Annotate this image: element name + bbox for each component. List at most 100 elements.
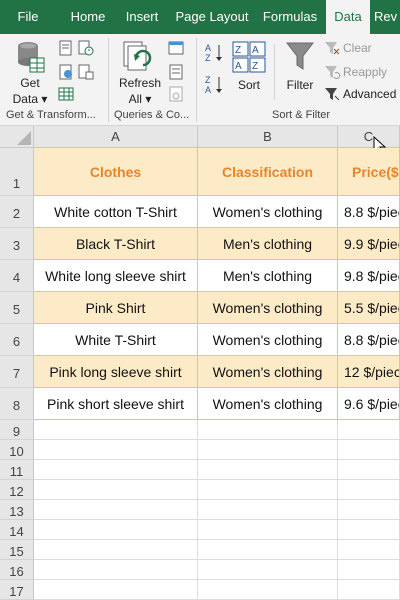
clear-filter-button[interactable]: Clear xyxy=(343,41,372,55)
header-cell-clothes[interactable]: Clothes xyxy=(34,148,198,196)
row-header[interactable]: 17 xyxy=(0,580,34,600)
cell-clothes[interactable]: Pink short sleeve shirt xyxy=(34,388,198,420)
refresh-label-2: All ▾ xyxy=(128,92,152,106)
empty-cell[interactable] xyxy=(198,540,338,560)
row-header[interactable]: 1 xyxy=(0,148,34,196)
empty-cell[interactable] xyxy=(338,520,400,540)
empty-cell[interactable] xyxy=(198,500,338,520)
empty-cell[interactable] xyxy=(338,540,400,560)
empty-cell[interactable] xyxy=(34,460,198,480)
empty-cell[interactable] xyxy=(338,580,400,600)
group-divider xyxy=(196,38,197,122)
header-cell-classification[interactable]: Classification xyxy=(198,148,338,196)
row-header[interactable]: 15 xyxy=(0,540,34,560)
cell-clothes[interactable]: Pink Shirt xyxy=(34,292,198,324)
recent-sources-icon[interactable] xyxy=(78,40,94,56)
from-web-icon[interactable] xyxy=(58,64,74,80)
tab-home[interactable]: Home xyxy=(60,0,116,34)
row-header[interactable]: 11 xyxy=(0,460,34,480)
cell-price[interactable]: 8.8 $/piec xyxy=(338,196,400,228)
empty-cell[interactable] xyxy=(198,420,338,440)
row-header[interactable]: 9 xyxy=(0,420,34,440)
cell-classification[interactable]: Women's clothing xyxy=(198,196,338,228)
tab-formulas[interactable]: Formulas xyxy=(256,0,324,34)
get-data-button[interactable]: Get Data ▾ xyxy=(8,38,52,106)
empty-cell[interactable] xyxy=(34,540,198,560)
sort-dialog-icon: Z A A Z xyxy=(232,41,266,73)
tab-page-layout[interactable]: Page Layout xyxy=(170,0,254,34)
row-header[interactable]: 16 xyxy=(0,560,34,580)
cell-price[interactable]: 9.9 $/piec xyxy=(338,228,400,260)
edit-links-icon[interactable] xyxy=(168,86,184,102)
empty-cell[interactable] xyxy=(198,460,338,480)
properties-icon[interactable] xyxy=(168,64,184,80)
empty-cell[interactable] xyxy=(338,500,400,520)
empty-cell[interactable] xyxy=(198,580,338,600)
empty-cell[interactable] xyxy=(338,440,400,460)
row-header[interactable]: 10 xyxy=(0,440,34,460)
cell-classification[interactable]: Women's clothing xyxy=(198,356,338,388)
empty-cell[interactable] xyxy=(338,460,400,480)
row-header[interactable]: 3 xyxy=(0,228,34,260)
queries-connections-icon[interactable] xyxy=(168,40,184,56)
from-text-icon[interactable] xyxy=(58,40,74,56)
row-header[interactable]: 12 xyxy=(0,480,34,500)
reapply-button[interactable]: Reapply xyxy=(343,65,387,79)
empty-cell[interactable] xyxy=(338,480,400,500)
row-header[interactable]: 4 xyxy=(0,260,34,292)
empty-cell[interactable] xyxy=(34,480,198,500)
empty-cell[interactable] xyxy=(198,520,338,540)
cell-classification[interactable]: Women's clothing xyxy=(198,292,338,324)
cell-price[interactable]: 8.8 $/piec xyxy=(338,324,400,356)
cell-classification[interactable]: Men's clothing xyxy=(198,260,338,292)
empty-cell[interactable] xyxy=(34,580,198,600)
empty-cell[interactable] xyxy=(198,560,338,580)
empty-cell[interactable] xyxy=(34,560,198,580)
cell-price[interactable]: 9.8 $/piec xyxy=(338,260,400,292)
row-header[interactable]: 8 xyxy=(0,388,34,420)
tab-file[interactable]: File xyxy=(0,0,56,34)
tab-data[interactable]: Data xyxy=(326,0,370,35)
svg-text:A: A xyxy=(252,45,259,56)
row-header[interactable]: 14 xyxy=(0,520,34,540)
advanced-filter-button[interactable]: Advanced xyxy=(343,87,396,101)
column-header-a[interactable]: A xyxy=(34,126,198,148)
row-header[interactable]: 5 xyxy=(0,292,34,324)
row-header[interactable]: 13 xyxy=(0,500,34,520)
cell-classification[interactable]: Women's clothing xyxy=(198,324,338,356)
cell-classification[interactable]: Men's clothing xyxy=(198,228,338,260)
empty-cell[interactable] xyxy=(34,440,198,460)
sort-z-to-a-button[interactable]: Z A xyxy=(204,74,226,96)
tab-review[interactable]: Rev xyxy=(374,0,400,34)
cell-classification[interactable]: Women's clothing xyxy=(198,388,338,420)
empty-cell[interactable] xyxy=(34,420,198,440)
cell-price[interactable]: 5.5 $/piec xyxy=(338,292,400,324)
cell-clothes[interactable]: White T-Shirt xyxy=(34,324,198,356)
row-header[interactable]: 7 xyxy=(0,356,34,388)
cell-price[interactable]: 12 $/piec xyxy=(338,356,400,388)
cell-clothes[interactable]: Black T-Shirt xyxy=(34,228,198,260)
row-header[interactable]: 6 xyxy=(0,324,34,356)
cell-clothes[interactable]: White long sleeve shirt xyxy=(34,260,198,292)
filter-button[interactable]: Filter xyxy=(280,38,320,102)
existing-connections-icon[interactable] xyxy=(78,64,94,80)
tab-insert[interactable]: Insert xyxy=(116,0,168,34)
select-all-corner[interactable] xyxy=(0,126,34,148)
header-cell-price[interactable]: Price($ xyxy=(338,148,400,196)
empty-cell[interactable] xyxy=(198,440,338,460)
refresh-all-button[interactable]: Refresh All ▾ xyxy=(114,38,164,106)
empty-cell[interactable] xyxy=(338,420,400,440)
sort-button[interactable]: Z A A Z Sort xyxy=(230,38,268,102)
empty-cell[interactable] xyxy=(34,500,198,520)
cell-price[interactable]: 9.6 $/piec xyxy=(338,388,400,420)
empty-cell[interactable] xyxy=(34,520,198,540)
empty-cell[interactable] xyxy=(338,560,400,580)
column-header-c[interactable]: C xyxy=(338,126,400,148)
column-header-b[interactable]: B xyxy=(198,126,338,148)
row-header[interactable]: 2 xyxy=(0,196,34,228)
empty-cell[interactable] xyxy=(198,480,338,500)
cell-clothes[interactable]: White cotton T-Shirt xyxy=(34,196,198,228)
cell-clothes[interactable]: Pink long sleeve shirt xyxy=(34,356,198,388)
from-table-icon[interactable] xyxy=(58,86,74,102)
sort-a-to-z-button[interactable]: A Z xyxy=(204,42,226,64)
